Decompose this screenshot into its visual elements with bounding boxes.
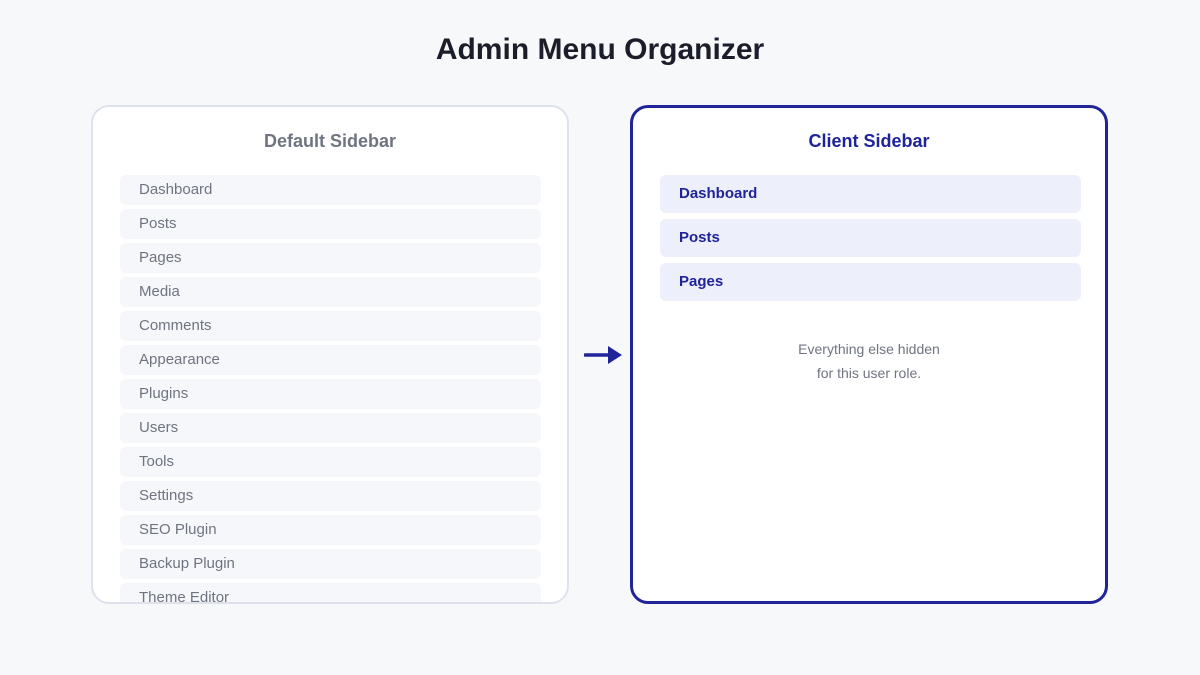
default-menu-item-media[interactable]: Media [120, 277, 541, 307]
page-title: Admin Menu Organizer [435, 33, 765, 66]
default-menu-item-plugins[interactable]: Plugins [120, 379, 541, 409]
client-menu-item-dashboard[interactable]: Dashboard [660, 175, 1081, 213]
default-menu-item-appearance[interactable]: Appearance [120, 345, 541, 375]
hidden-note-line-2: for this user role. [816, 365, 922, 381]
default-menu-list: Dashboard Posts Pages Media Comments App… [120, 175, 541, 602]
client-sidebar-panel: Client Sidebar Dashboard Posts Pages Eve… [630, 105, 1108, 604]
default-menu-item-posts[interactable]: Posts [120, 209, 541, 239]
client-menu-list: Dashboard Posts Pages [660, 175, 1081, 307]
default-menu-item-tools[interactable]: Tools [120, 447, 541, 477]
default-menu-item-theme-editor[interactable]: Theme Editor [120, 583, 541, 602]
default-menu-item-users[interactable]: Users [120, 413, 541, 443]
default-menu-item-backup-plugin[interactable]: Backup Plugin [120, 549, 541, 579]
default-menu-item-seo-plugin[interactable]: SEO Plugin [120, 515, 541, 545]
arrow-right-icon [584, 346, 622, 364]
default-sidebar-panel: Default Sidebar Dashboard Posts Pages Me… [91, 105, 569, 604]
hidden-items-note: Everything else hidden for this user rol… [633, 337, 1105, 385]
default-menu-item-settings[interactable]: Settings [120, 481, 541, 511]
client-sidebar-title: Client Sidebar [808, 131, 930, 151]
default-menu-item-pages[interactable]: Pages [120, 243, 541, 273]
default-sidebar-title: Default Sidebar [263, 131, 397, 151]
hidden-note-line-1: Everything else hidden [798, 341, 940, 357]
client-menu-item-pages[interactable]: Pages [660, 263, 1081, 301]
default-menu-item-comments[interactable]: Comments [120, 311, 541, 341]
client-menu-item-posts[interactable]: Posts [660, 219, 1081, 257]
default-menu-item-dashboard[interactable]: Dashboard [120, 175, 541, 205]
